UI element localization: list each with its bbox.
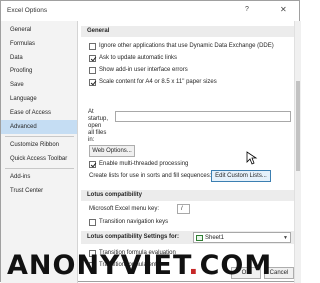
scale-content-checkbox[interactable] <box>89 79 96 86</box>
sidebar-item-advanced[interactable]: Advanced <box>1 120 77 134</box>
ignore-dde-checkbox[interactable] <box>89 43 96 50</box>
sidebar-divider <box>5 136 74 137</box>
startup-folder-input[interactable] <box>115 111 291 122</box>
edit-custom-lists-button[interactable]: Edit Custom Lists... <box>211 170 271 182</box>
watermark-text: ANONYVIET <box>7 250 189 281</box>
startup-label-line: in: <box>88 137 95 143</box>
ask-update-links-label: Ask to update automatic links <box>99 55 178 61</box>
show-addin-errors-label: Show add-in user interface errors <box>99 67 188 73</box>
ask-update-links-checkbox[interactable] <box>89 55 96 62</box>
help-icon[interactable]: ? <box>245 6 249 13</box>
section-header-general: General <box>81 26 294 37</box>
sidebar-item-general[interactable]: General <box>1 23 77 37</box>
chevron-down-icon: ▼ <box>283 235 288 241</box>
ignore-dde-label: Ignore other applications that use Dynam… <box>99 43 274 49</box>
sidebar-item-proofing[interactable]: Proofing <box>1 64 77 78</box>
window-title: Excel Options <box>7 7 48 14</box>
scrollbar-thumb[interactable] <box>296 81 300 171</box>
startup-label-line: At <box>88 109 94 115</box>
watermark-text: COM <box>199 250 273 281</box>
startup-label-line: open <box>88 123 102 129</box>
excel-options-dialog: Excel Options ? ✕ General Formulas Data … <box>0 0 301 283</box>
section-header-lotus: Lotus compatibility <box>81 190 294 201</box>
sidebar-divider <box>5 168 74 169</box>
sidebar-item-language[interactable]: Language <box>1 92 77 106</box>
transition-nav-keys-label: Transition navigation keys <box>99 219 169 225</box>
options-sidebar: General Formulas Data Proofing Save Lang… <box>1 21 78 283</box>
watermark-logo: ANONYVIET.COM <box>7 249 297 283</box>
startup-label-line: startup, <box>88 116 109 122</box>
close-icon[interactable]: ✕ <box>280 5 287 14</box>
sidebar-item-quick-access-toolbar[interactable]: Quick Access Toolbar <box>1 152 77 166</box>
scale-content-label: Scale content for A4 or 8.5 x 11" paper … <box>99 79 217 85</box>
show-addin-errors-checkbox[interactable] <box>89 67 96 74</box>
sidebar-item-data[interactable]: Data <box>1 51 77 65</box>
mouse-pointer-icon <box>246 151 258 165</box>
sidebar-item-customize-ribbon[interactable]: Customize Ribbon <box>1 138 77 152</box>
custom-lists-label: Create lists for use in sorts and fill s… <box>89 173 212 179</box>
watermark-dot: . <box>188 250 200 281</box>
web-options-button[interactable]: Web Options... <box>89 145 135 157</box>
title-bar: Excel Options ? ✕ <box>1 1 299 21</box>
lotus-settings-label: Lotus compatibility Settings for: <box>87 234 180 240</box>
sheet-select-value: Sheet1 <box>205 235 225 241</box>
sidebar-item-trust-center[interactable]: Trust Center <box>1 184 77 198</box>
startup-folder-label: At startup, open all files in: <box>88 109 118 144</box>
menu-key-input[interactable]: / <box>177 204 190 214</box>
sidebar-item-formulas[interactable]: Formulas <box>1 37 77 51</box>
multithreaded-label: Enable multi-threaded processing <box>99 161 189 167</box>
menu-key-label: Microsoft Excel menu key: <box>89 206 160 212</box>
multithreaded-checkbox[interactable] <box>89 161 96 168</box>
sheet-select[interactable]: Sheet1 ▼ <box>193 232 291 243</box>
worksheet-icon <box>196 235 203 241</box>
vertical-scrollbar[interactable] <box>294 21 301 283</box>
sidebar-item-save[interactable]: Save <box>1 78 77 92</box>
startup-label-line: all files <box>88 130 107 136</box>
transition-nav-keys-checkbox[interactable] <box>89 219 96 226</box>
advanced-options-panel: General Ignore other applications that u… <box>81 21 294 283</box>
sidebar-item-ease-of-access[interactable]: Ease of Access <box>1 106 77 120</box>
sidebar-item-add-ins[interactable]: Add-ins <box>1 170 77 184</box>
